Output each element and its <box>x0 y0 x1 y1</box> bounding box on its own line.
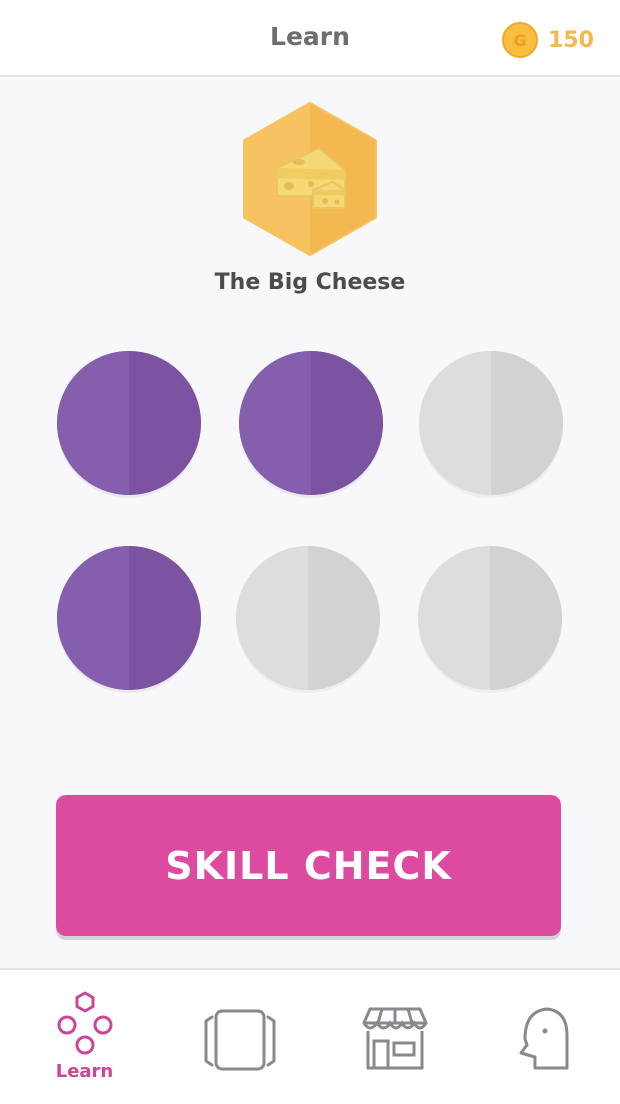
skill-check-label: SKILL CHECK <box>165 843 452 888</box>
tab-store[interactable] <box>317 970 472 1104</box>
coin-count: 150 <box>548 27 594 53</box>
store-icon <box>362 1007 427 1070</box>
lesson-circle-5[interactable] <box>236 546 380 690</box>
lesson-circle-3[interactable] <box>419 351 563 495</box>
learn-hexagon-circles-icon <box>57 991 112 1055</box>
coin-letter: G <box>513 30 527 50</box>
achievement-badge[interactable] <box>241 102 379 256</box>
lesson-circle-2[interactable] <box>239 351 383 495</box>
tab-learn[interactable]: Learn <box>7 970 162 1104</box>
top-bar: Learn G 150 <box>0 0 620 77</box>
bottom-navigation: Learn <box>0 968 620 1104</box>
profile-head-icon <box>519 1007 568 1070</box>
lesson-circle-1[interactable] <box>57 351 201 495</box>
tab-learn-label: Learn <box>55 1061 114 1082</box>
tab-flashcards[interactable] <box>162 970 317 1104</box>
flashcards-icon <box>204 1009 275 1071</box>
coin-icon: G <box>502 22 539 58</box>
cheese-icon <box>243 102 377 256</box>
lesson-circle-4[interactable] <box>57 546 201 690</box>
skill-check-button[interactable]: SKILL CHECK <box>56 795 561 936</box>
lesson-circle-6[interactable] <box>418 546 562 690</box>
badge-title: The Big Cheese <box>214 270 406 295</box>
app-screen: Learn G 150 The Big Cheese SKILL CHECK L… <box>0 0 620 1104</box>
coin-balance[interactable]: G 150 <box>502 21 594 59</box>
tab-profile[interactable] <box>465 970 620 1104</box>
